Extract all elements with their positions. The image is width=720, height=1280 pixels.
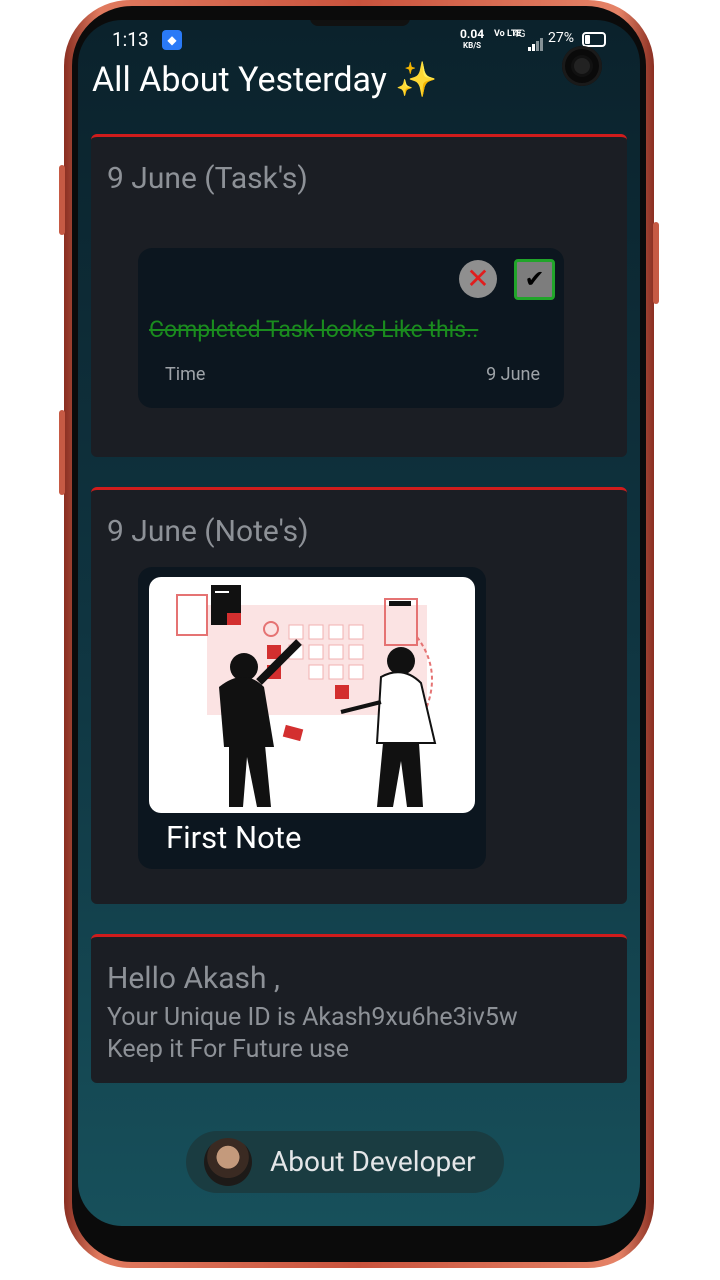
user-info-card: Hello Akash , Your Unique ID is Akash9xu…: [91, 934, 627, 1083]
about-developer-button[interactable]: About Developer: [186, 1131, 504, 1193]
unique-id-text: Your Unique ID is Akash9xu6he3iv5w: [107, 1003, 518, 1032]
phone-power-button: [653, 222, 659, 304]
signal-icon: [528, 32, 544, 51]
greeting-text: Hello Akash ,: [107, 961, 280, 996]
front-camera: [562, 46, 602, 86]
network-speed-unit: KB/S: [463, 41, 482, 50]
network-speed-value: 0.04: [460, 27, 485, 41]
note-title: First Note: [166, 819, 302, 856]
status-bar: 1:13 ◆ 0.04 KB/S Vo LTE 4G 27%: [78, 28, 640, 58]
notes-card: 9 June (Note's) First Note: [91, 487, 627, 904]
about-developer-label: About Developer: [270, 1145, 476, 1178]
tasks-card: 9 June (Task's) ✕ ✔ Completed Task looks…: [91, 134, 627, 457]
speaker-notch: [310, 20, 410, 26]
app-screen: 1:13 ◆ 0.04 KB/S Vo LTE 4G 27% All About…: [78, 20, 640, 1226]
network-speed: 0.04 KB/S: [460, 27, 485, 51]
note-item[interactable]: First Note: [138, 567, 486, 869]
phone-side-button: [59, 165, 65, 235]
battery-icon: [582, 32, 606, 47]
tasks-card-heading: 9 June (Task's): [107, 161, 308, 196]
developer-avatar: [204, 1138, 252, 1186]
task-date: 9 June: [486, 364, 540, 385]
battery-percent: 27%: [548, 30, 574, 46]
page-title: All About Yesterday ✨: [92, 60, 438, 100]
task-time-label: Time: [165, 364, 206, 385]
phone-side-button: [59, 410, 65, 495]
android-notification-icon: ◆: [162, 30, 182, 50]
delete-task-icon[interactable]: ✕: [459, 260, 497, 298]
keep-id-text: Keep it For Future use: [107, 1035, 350, 1064]
complete-task-checkbox[interactable]: ✔: [514, 259, 555, 300]
task-item[interactable]: ✕ ✔ Completed Task looks Like this.. Tim…: [138, 248, 564, 408]
task-text: Completed Task looks Like this..: [149, 316, 479, 343]
status-time: 1:13: [112, 28, 149, 51]
notes-card-heading: 9 June (Note's): [107, 514, 309, 549]
note-illustration-image: [149, 577, 475, 813]
network-type: 4G: [513, 29, 526, 40]
